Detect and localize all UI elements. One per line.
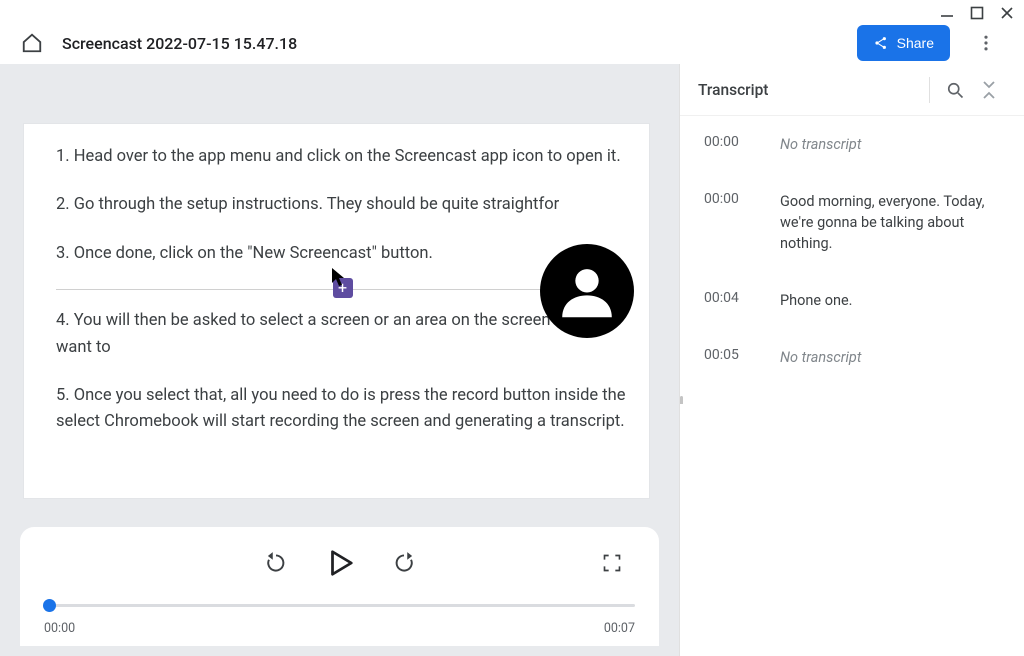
person-icon	[552, 256, 622, 326]
minimize-icon[interactable]	[940, 6, 954, 20]
transcript-text: Phone one.	[780, 290, 1000, 311]
transcript-row[interactable]: 00:00 No transcript	[704, 134, 1000, 155]
expand-collapse-button[interactable]	[972, 73, 1006, 107]
transcript-row[interactable]: 00:04 Phone one.	[704, 290, 1000, 311]
close-icon[interactable]	[1000, 6, 1014, 20]
doc-line: 5. Once you select that, all you need to…	[56, 383, 629, 436]
forward-10-button[interactable]	[387, 546, 421, 580]
play-icon	[325, 548, 355, 578]
transcript-panel: Transcript 00:00 No transcript 00:00 Goo…	[679, 64, 1024, 656]
transcript-time: 00:05	[704, 347, 756, 363]
page-title: Screencast 2022-07-15 15.47.18	[62, 34, 839, 53]
speaker-avatar	[540, 244, 634, 338]
transcript-time: 00:00	[704, 191, 756, 207]
video-area[interactable]: 1. Head over to the app menu and click o…	[0, 64, 679, 527]
doc-line: 3. Once done, click on the "New Screenca…	[56, 241, 629, 267]
insert-plus-icon: +	[333, 278, 353, 298]
chevron-up-icon	[981, 90, 997, 102]
more-vert-icon	[976, 33, 996, 53]
share-button[interactable]: Share	[857, 25, 950, 61]
video-panel: 1. Head over to the app menu and click o…	[0, 64, 679, 656]
transcript-text: No transcript	[780, 347, 1000, 368]
search-icon	[945, 80, 965, 100]
more-button[interactable]	[968, 25, 1004, 61]
topbar: Screencast 2022-07-15 15.47.18 Share	[0, 0, 1024, 64]
transcript-time: 00:00	[704, 134, 756, 150]
duration-time: 00:07	[604, 621, 635, 636]
transcript-header: Transcript	[680, 64, 1024, 116]
transcript-text: Good morning, everyone. Today, we're gon…	[780, 191, 1000, 254]
replay-10-button[interactable]	[259, 546, 293, 580]
doc-line: 1. Head over to the app menu and click o…	[56, 144, 629, 170]
window-controls	[940, 6, 1014, 20]
share-button-label: Share	[897, 35, 934, 51]
play-button[interactable]	[323, 546, 357, 580]
doc-line: 4. You will then be asked to select a sc…	[56, 308, 629, 361]
doc-line: 2. Go through the setup instructions. Th…	[56, 192, 629, 218]
fullscreen-button[interactable]	[595, 546, 629, 580]
forward-10-icon	[391, 550, 417, 576]
fullscreen-icon	[602, 553, 622, 573]
home-icon[interactable]	[20, 31, 44, 55]
chevron-down-icon	[981, 78, 997, 90]
share-icon	[873, 35, 889, 51]
divider	[929, 77, 930, 103]
scroll-indicator	[680, 396, 683, 404]
maximize-icon[interactable]	[970, 6, 984, 20]
transcript-time: 00:04	[704, 290, 756, 306]
transcript-row[interactable]: 00:05 No transcript	[704, 347, 1000, 368]
transcript-body[interactable]: 00:00 No transcript 00:00 Good morning, …	[680, 116, 1024, 404]
timeline[interactable]	[44, 595, 635, 615]
search-button[interactable]	[938, 73, 972, 107]
transcript-row[interactable]: 00:00 Good morning, everyone. Today, we'…	[704, 191, 1000, 254]
transcript-text: No transcript	[780, 134, 1000, 155]
transcript-title: Transcript	[698, 81, 921, 99]
player-bar: 00:00 00:07	[20, 527, 659, 646]
current-time: 00:00	[44, 621, 75, 636]
replay-10-icon	[263, 550, 289, 576]
timeline-thumb[interactable]	[43, 599, 56, 612]
timeline-track	[44, 604, 635, 607]
